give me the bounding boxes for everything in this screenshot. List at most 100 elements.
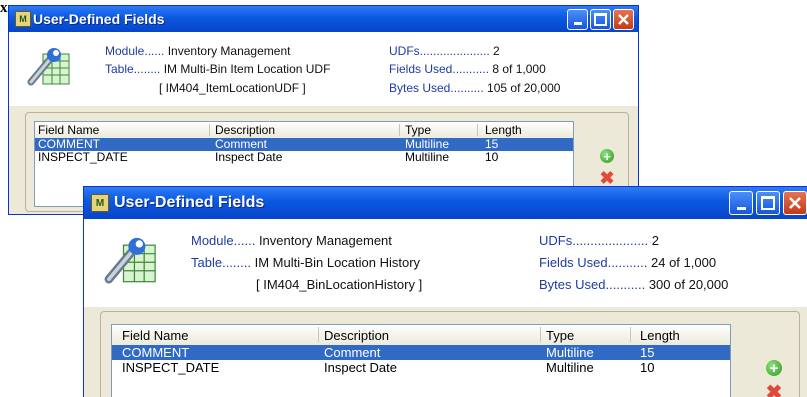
module-row: Module...... Inventory Management (191, 233, 392, 248)
cell-length: 15 (485, 137, 499, 151)
udfs-label: UDFs..................... (539, 233, 649, 248)
table-code: [ IM404_ItemLocationUDF ] (159, 81, 306, 95)
table-row: Table........ IM Multi-Bin Item Location… (105, 62, 330, 76)
add-field-button[interactable]: + (600, 148, 614, 164)
cell-type: Multiline (546, 360, 594, 375)
close-button[interactable] (783, 191, 807, 215)
cell-field-name: INSPECT_DATE (122, 360, 220, 375)
minimize-icon (736, 206, 746, 210)
column-header-length[interactable]: Length (640, 328, 680, 343)
add-plus-icon: + (603, 148, 611, 164)
cell-length: 15 (640, 345, 655, 360)
module-row: Module...... Inventory Management (105, 44, 290, 58)
column-separator (209, 124, 210, 136)
udfs-value: 2 (651, 233, 659, 248)
table-value: IM Multi-Bin Location History (254, 255, 421, 270)
close-icon (618, 14, 629, 25)
corner-label: x (0, 0, 8, 16)
delete-field-button[interactable]: ✖ (764, 382, 784, 397)
table-row[interactable]: INSPECT_DATE Inspect Date Multiline 10 (112, 360, 730, 375)
column-header-length[interactable]: Length (485, 123, 522, 137)
window-title: User-Defined Fields (33, 11, 165, 27)
cell-description: Comment (215, 137, 268, 151)
table-value: IM Multi-Bin Item Location UDF (163, 62, 331, 76)
bytes-used-value: 300 of 20,000 (648, 277, 729, 292)
udfs-label: UDFs..................... (389, 44, 490, 58)
column-header-type[interactable]: Type (546, 328, 574, 343)
app-icon: M (91, 194, 109, 212)
module-label: Module...... (105, 44, 165, 58)
maximize-icon (594, 13, 607, 26)
minimize-icon (573, 22, 582, 25)
minimize-button[interactable] (729, 191, 753, 215)
bytes-used-label: Bytes Used.......... (389, 81, 484, 95)
cell-description: Comment (324, 345, 381, 360)
column-header-description[interactable]: Description (215, 123, 275, 137)
minimize-button[interactable] (567, 9, 588, 30)
cell-description: Inspect Date (215, 150, 283, 164)
delete-x-icon: ✖ (765, 381, 783, 397)
cell-type: Multiline (405, 137, 450, 151)
table-row[interactable]: INSPECT_DATE Inspect Date Multiline 10 (35, 150, 573, 164)
cell-field-name: COMMENT (122, 345, 190, 360)
table-row: Table........ IM Multi-Bin Location Hist… (191, 255, 420, 270)
cell-type: Multiline (405, 150, 450, 164)
close-icon (789, 197, 801, 209)
bytes-used-row: Bytes Used.......... 105 of 20,000 (389, 81, 560, 95)
add-plus-icon: + (769, 359, 779, 377)
maximize-button[interactable] (590, 9, 611, 30)
bytes-used-value: 105 of 20,000 (487, 81, 561, 95)
wrench-spreadsheet-icon (27, 48, 70, 86)
fields-used-value: 24 of 1,000 (651, 255, 717, 270)
cell-description: Inspect Date (324, 360, 397, 375)
fields-used-row: Fields Used........... 8 of 1,000 (389, 62, 546, 76)
app-icon: M (15, 11, 31, 27)
fields-used-label: Fields Used........... (539, 255, 648, 270)
front-window: M User-Defined Fields Module...... Inven… (83, 186, 807, 397)
column-separator (630, 327, 631, 342)
bytes-used-label: Bytes Used........... (539, 277, 646, 292)
bytes-used-row: Bytes Used........... 300 of 20,000 (539, 277, 728, 292)
info-header: Module...... Inventory Management Table.… (9, 32, 638, 106)
fields-used-value: 8 of 1,000 (492, 62, 546, 76)
column-separator (399, 124, 400, 136)
cell-field-name: INSPECT_DATE (38, 150, 128, 164)
table-row[interactable]: COMMENT Comment Multiline 15 (112, 345, 730, 360)
module-value: Inventory Management (167, 44, 291, 58)
fields-panel: Field Name Description Type Length COMME… (100, 311, 800, 397)
column-separator (477, 124, 478, 136)
column-header-type[interactable]: Type (405, 123, 431, 137)
column-header-field-name[interactable]: Field Name (38, 123, 99, 137)
cell-field-name: COMMENT (38, 137, 100, 151)
cell-type: Multiline (546, 345, 594, 360)
fields-used-label: Fields Used........... (389, 62, 490, 76)
table-label: Table........ (105, 62, 161, 76)
back-window-titlebar[interactable]: M User-Defined Fields (9, 6, 638, 32)
fields-used-row: Fields Used........... 24 of 1,000 (539, 255, 716, 270)
delete-field-button[interactable]: ✖ (598, 168, 616, 188)
udfs-row: UDFs..................... 2 (389, 44, 500, 58)
info-header: Module...... Inventory Management Table.… (84, 219, 807, 307)
udfs-value: 2 (493, 44, 500, 58)
window-title: User-Defined Fields (114, 194, 265, 211)
close-button[interactable] (613, 9, 634, 30)
maximize-button[interactable] (756, 191, 780, 215)
cell-length: 10 (640, 360, 655, 375)
module-value: Inventory Management (258, 233, 392, 248)
fields-grid[interactable]: Field Name Description Type Length COMME… (111, 324, 731, 397)
column-header-description[interactable]: Description (324, 328, 389, 343)
front-window-titlebar[interactable]: M User-Defined Fields (84, 187, 807, 219)
module-label: Module...... (191, 233, 256, 248)
table-label: Table........ (191, 255, 251, 270)
maximize-icon (761, 196, 775, 210)
column-header-field-name[interactable]: Field Name (122, 328, 188, 343)
table-code: [ IM404_BinLocationHistory ] (256, 277, 423, 292)
udfs-row: UDFs..................... 2 (539, 233, 659, 248)
wrench-spreadsheet-icon (104, 237, 156, 284)
grid-header: Field Name Description Type Length (112, 325, 730, 346)
column-separator (540, 327, 541, 342)
add-field-button[interactable]: + (766, 359, 782, 377)
column-separator (318, 327, 319, 342)
back-window: M User-Defined Fields Module...... Inven… (8, 5, 639, 215)
cell-length: 10 (485, 150, 499, 164)
